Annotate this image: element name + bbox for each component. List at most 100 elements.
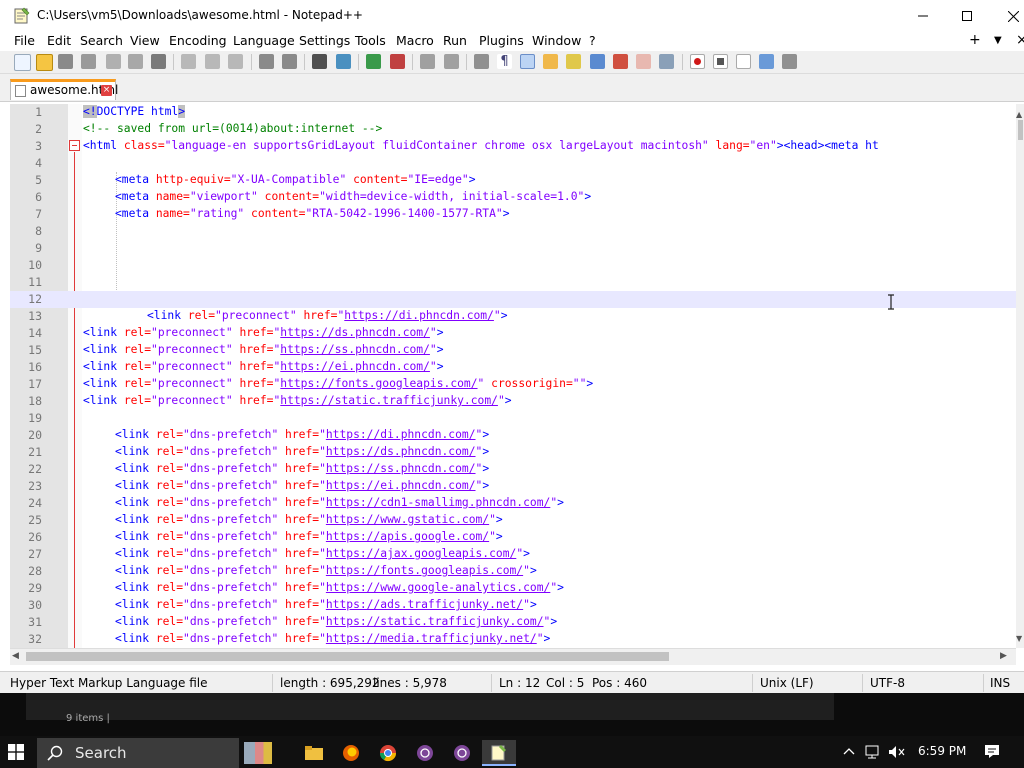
menu-file[interactable]: File [14,33,35,48]
menu-macro[interactable]: Macro [396,33,434,48]
define-language-icon[interactable] [543,54,558,69]
code-line[interactable]: 27 <link rel="dns-prefetch" href="https:… [10,546,1016,563]
code-line[interactable]: 31 <link rel="dns-prefetch" href="https:… [10,614,1016,631]
windows-start-icon[interactable] [8,744,24,760]
code-url-link[interactable]: https://di.phncdn.com/ [344,309,494,322]
code-url-link[interactable]: https://ss.phncdn.com/ [326,462,476,475]
code-line[interactable]: 7 <meta name="rating" content="RTA-5042-… [10,206,1016,223]
indent-guide-icon[interactable] [520,54,535,69]
redo-icon[interactable] [282,54,297,69]
folder-workspace-icon[interactable] [636,54,651,69]
scroll-right-icon[interactable]: ▶ [1000,651,1007,661]
xml-tools-icon[interactable] [566,54,581,69]
code-line[interactable]: 3 <html class="language-en supportsGridL… [10,138,1016,155]
code-url-link[interactable]: https://static.trafficjunky.com/ [326,615,544,628]
menu-view[interactable]: View [130,33,160,48]
find-icon[interactable] [312,54,327,69]
code-url-link[interactable]: https://www.gstatic.com/ [326,513,489,526]
maximize-button[interactable] [944,0,990,32]
horizontal-scroll-thumb[interactable] [26,652,669,661]
vertical-scroll-thumb[interactable] [1018,120,1023,140]
code-url-link[interactable]: https://apis.google.com/ [326,530,489,543]
status-encoding[interactable]: UTF-8 [870,676,905,690]
sync-horizontal-icon[interactable] [444,54,459,69]
cut-icon[interactable] [181,54,196,69]
code-line[interactable]: 17 <link rel="preconnect" href="https://… [10,376,1016,393]
code-line[interactable]: 30 <link rel="dns-prefetch" href="https:… [10,597,1016,614]
taskbar-tor-browser-2[interactable] [445,740,479,766]
code-line[interactable]: 20 <link rel="dns-prefetch" href="https:… [10,427,1016,444]
code-line[interactable]: 21 <link rel="dns-prefetch" href="https:… [10,444,1016,461]
undo-icon[interactable] [259,54,274,69]
code-line[interactable]: 4 [10,155,1016,172]
scroll-left-icon[interactable]: ◀ [12,651,19,661]
code-line[interactable]: 32 <link rel="dns-prefetch" href="https:… [10,631,1016,648]
code-line[interactable]: 6 <meta name="viewport" content="width=d… [10,189,1016,206]
code-line[interactable]: 22 <link rel="dns-prefetch" href="https:… [10,461,1016,478]
code-line[interactable]: 11 [10,274,1016,291]
code-url-link[interactable]: https://ei.phncdn.com/ [280,360,430,373]
menu-window[interactable]: Window [532,33,581,48]
run-macro-multiple-icon[interactable] [759,54,774,69]
code-line[interactable]: 16 <link rel="preconnect" href= "https://… [10,359,1016,376]
menu-help[interactable]: ? [589,33,596,48]
zoom-out-icon[interactable] [390,54,405,69]
close-tab-icon[interactable]: × [101,85,112,96]
code-url-link[interactable]: https://di.phncdn.com/ [326,428,476,441]
code-line[interactable]: 10 [10,257,1016,274]
code-line[interactable]: 13 <link rel="preconnect" href= "https://… [10,308,1016,325]
taskbar-firefox[interactable] [334,740,368,766]
taskbar-search-box[interactable]: Search [37,738,239,768]
new-tab-plus-button[interactable]: + [969,32,981,48]
code-url-link[interactable]: https://ss.phncdn.com/ [280,343,430,356]
code-url-link[interactable]: https://ads.trafficjunky.net/ [326,598,523,611]
print-icon[interactable] [151,54,166,69]
taskbar-tor-browser[interactable] [408,740,442,766]
tab-awesome-html[interactable]: awesome.html × [10,79,118,100]
paste-icon[interactable] [228,54,243,69]
taskbar-notepadpp[interactable] [482,740,516,766]
tab-list-dropdown[interactable]: ▼ [994,35,1002,46]
scroll-down-icon[interactable]: ▼ [1016,634,1022,643]
show-hidden-icons-chevron-icon[interactable] [843,746,855,756]
vertical-scrollbar[interactable]: ▲ ▼ [1016,104,1024,648]
volume-muted-icon[interactable] [888,745,906,759]
code-line[interactable]: 5 <meta http-equiv="X-UA-Compatible" con… [10,172,1016,189]
code-line[interactable]: 28 <link rel="dns-prefetch" href="https:… [10,563,1016,580]
play-macro-icon[interactable] [736,54,751,69]
taskbar-chrome[interactable] [371,740,405,766]
menu-tools[interactable]: Tools [355,33,386,48]
code-url-link[interactable]: https://fonts.googleapis.com/ [326,564,523,577]
code-url-link[interactable]: https://www.google-analytics.com/ [326,581,550,594]
record-macro-icon[interactable] [690,54,705,69]
network-icon[interactable] [865,745,881,759]
copy-icon[interactable] [205,54,220,69]
replace-icon[interactable] [336,54,351,69]
taskbar-clock[interactable]: 6:59 PM [918,744,966,758]
save-macro-icon[interactable] [782,54,797,69]
zoom-in-icon[interactable] [366,54,381,69]
code-url-link[interactable]: https://ajax.googleapis.com/ [326,547,516,560]
close-all-icon[interactable] [128,54,143,69]
code-url-link[interactable]: https://cdn1-smallimg.phncdn.com/ [326,496,550,509]
menu-search[interactable]: Search [80,33,123,48]
code-line[interactable]: 1 <!DOCTYPE html> [10,104,1016,121]
document-map-icon[interactable] [590,54,605,69]
menu-edit[interactable]: Edit [47,33,71,48]
code-url-link[interactable]: https://static.trafficjunky.com/ [280,394,498,407]
code-url-link[interactable]: https://ei.phncdn.com/ [326,479,476,492]
code-line[interactable]: 24 <link rel="dns-prefetch" href="https:… [10,495,1016,512]
menu-run[interactable]: Run [443,33,467,48]
open-file-icon[interactable] [36,54,53,71]
code-line[interactable]: 14 <link rel="preconnect" href= "https://… [10,325,1016,342]
menu-language[interactable]: Language [233,33,295,48]
notifications-icon[interactable] [984,744,1000,759]
code-line[interactable]: 2 <!-- saved from url=(0014)about:intern… [10,121,1016,138]
show-all-characters-icon[interactable]: ¶ [497,54,512,69]
code-line[interactable]: 29 <link rel="dns-prefetch" href="https:… [10,580,1016,597]
menu-encoding[interactable]: Encoding [169,33,227,48]
scroll-up-icon[interactable]: ▲ [1016,110,1022,119]
code-line[interactable]: 23 <link rel="dns-prefetch" href="https:… [10,478,1016,495]
minimize-button[interactable] [900,0,946,32]
menu-settings[interactable]: Settings [299,33,350,48]
